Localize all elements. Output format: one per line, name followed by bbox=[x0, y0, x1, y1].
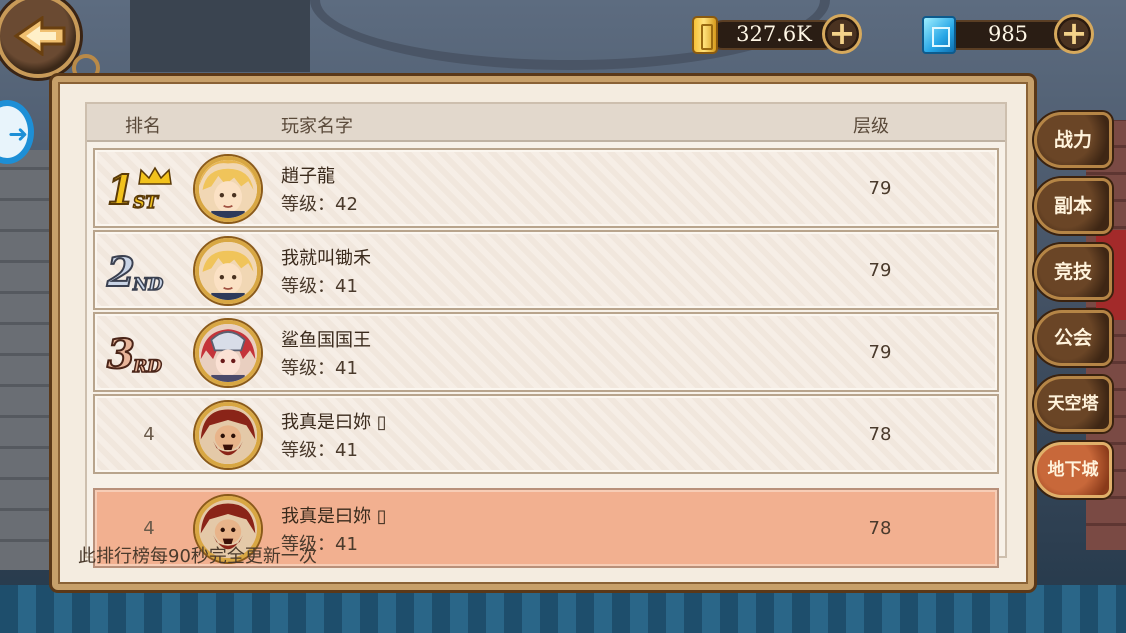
player-floor: 78 bbox=[868, 518, 892, 539]
player-floor: 79 bbox=[868, 178, 892, 199]
add-gold-button[interactable]: + bbox=[822, 14, 862, 54]
player-name: 趙子龍 bbox=[281, 166, 335, 187]
table-row[interactable]: 1 ST 趙子龍 等级：42 79 bbox=[93, 148, 999, 228]
rank-second-badge-icon: 2 ND bbox=[105, 248, 164, 296]
tab-arena[interactable]: 竞技 bbox=[1034, 244, 1112, 300]
avatar bbox=[195, 238, 261, 304]
background-beam bbox=[130, 0, 310, 72]
player-floor: 79 bbox=[868, 342, 892, 363]
gold-currency: 327.6K + bbox=[690, 14, 862, 56]
add-gem-button[interactable]: + bbox=[1054, 14, 1094, 54]
background-water bbox=[0, 585, 1126, 633]
tab-underground-city[interactable]: 地下城 bbox=[1034, 442, 1112, 498]
masked-redhead-avatar-icon bbox=[199, 324, 257, 382]
ranking-list[interactable]: 1 ST 趙子龍 等级：42 79 2 ND 我就叫锄禾 等级：41 79 3 … bbox=[87, 144, 1005, 484]
svg-text:2: 2 bbox=[106, 249, 135, 296]
rank-number: 4 bbox=[143, 424, 155, 445]
table-row[interactable]: 4 我真是曰妳 ▯ 等级：41 78 bbox=[93, 394, 999, 474]
refresh-note: 此排行榜每90秒完全更新一次 bbox=[78, 546, 317, 567]
header-rank: 排名 bbox=[125, 116, 161, 137]
gem-amount: 985 bbox=[987, 22, 1029, 46]
rank-third-badge-icon: 3 RD bbox=[106, 330, 163, 378]
player-name: 我真是曰妳 ▯ bbox=[281, 412, 387, 433]
leaderboard-table: 排名 玩家名字 层级 1 ST 趙子龍 等级：42 79 2 ND 我就叫锄禾 … bbox=[85, 102, 1007, 568]
svg-text:1: 1 bbox=[107, 167, 135, 214]
rank-third-label: RD bbox=[132, 357, 162, 377]
bearded-warrior-avatar-icon bbox=[199, 406, 257, 464]
rank-number: 4 bbox=[143, 518, 155, 539]
avatar bbox=[195, 320, 261, 386]
player-level: 等级：41 bbox=[281, 440, 358, 461]
gem-icon bbox=[922, 16, 956, 54]
player-level: 等级：41 bbox=[281, 358, 358, 379]
tab-combat-power[interactable]: 战力 bbox=[1034, 112, 1112, 168]
player-level: 等级：41 bbox=[281, 276, 358, 297]
player-level: 等级：42 bbox=[281, 194, 358, 215]
blonde-hero-avatar-icon bbox=[199, 160, 257, 218]
avatar bbox=[195, 402, 261, 468]
background-wall-left bbox=[0, 150, 60, 570]
back-arrow-icon bbox=[13, 16, 66, 56]
gold-amount: 327.6K bbox=[736, 22, 812, 46]
header-floor: 层级 bbox=[853, 116, 889, 137]
avatar bbox=[195, 156, 261, 222]
tab-sky-tower[interactable]: 天空塔 bbox=[1034, 376, 1112, 432]
player-floor: 79 bbox=[868, 260, 892, 281]
table-row[interactable]: 2 ND 我就叫锄禾 等级：41 79 bbox=[93, 230, 999, 310]
rank-first-badge-icon: 1 ST bbox=[106, 166, 172, 214]
rank-second-label: ND bbox=[132, 275, 164, 295]
leaderboard-panel: 排名 玩家名字 层级 1 ST 趙子龍 等级：42 79 2 ND 我就叫锄禾 … bbox=[52, 76, 1034, 590]
table-header: 排名 玩家名字 层级 bbox=[87, 104, 1005, 142]
gold-coin-icon bbox=[692, 16, 718, 54]
player-name: 我真是曰妳 ▯ bbox=[281, 506, 387, 527]
player-name: 我就叫锄禾 bbox=[281, 248, 371, 269]
player-floor: 78 bbox=[868, 424, 892, 445]
side-arrow-icon: ➜ bbox=[8, 120, 29, 148]
player-name: 鲨鱼国国王 bbox=[281, 330, 371, 351]
gem-currency: 985 + bbox=[920, 14, 1096, 56]
table-row[interactable]: 3 RD 鲨鱼国国王 等级：41 79 bbox=[93, 312, 999, 392]
svg-text:3: 3 bbox=[107, 331, 135, 378]
blonde-hero-avatar-icon bbox=[199, 242, 257, 300]
header-player-name: 玩家名字 bbox=[281, 116, 353, 137]
tab-dungeon-instance[interactable]: 副本 bbox=[1034, 178, 1112, 234]
rank-first-label: ST bbox=[133, 193, 159, 213]
tab-guild[interactable]: 公会 bbox=[1034, 310, 1112, 366]
